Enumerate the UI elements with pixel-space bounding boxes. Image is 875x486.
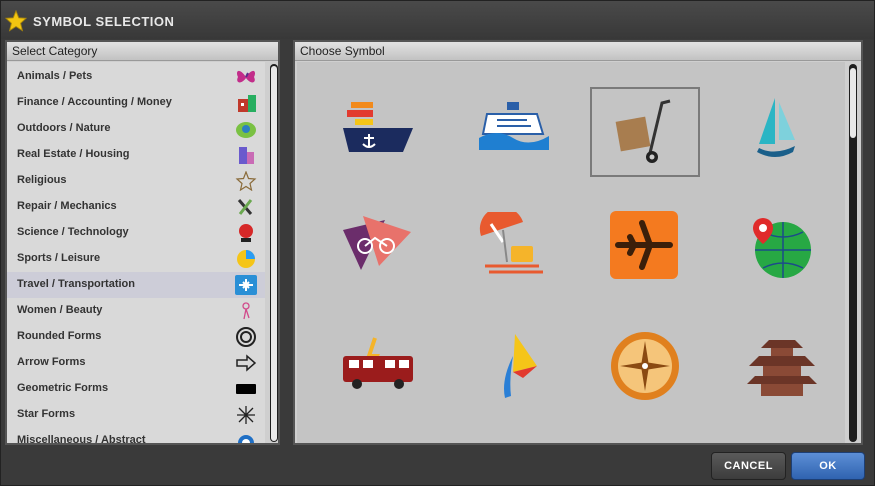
hand-truck-icon <box>615 99 671 163</box>
rectangle-icon <box>236 384 256 394</box>
category-label: Rounded Forms <box>17 330 102 342</box>
symbol-windsurf[interactable] <box>462 327 562 407</box>
windsurf-icon <box>504 334 537 398</box>
category-label: Outdoors / Nature <box>17 122 111 134</box>
symbol-cruise-ship[interactable] <box>462 87 562 167</box>
category-label: Religious <box>17 174 67 186</box>
pagoda-icon <box>747 340 817 396</box>
title-bar: SYMBOL SELECTION <box>1 1 874 39</box>
ok-button[interactable]: OK <box>791 452 865 480</box>
category-label: Travel / Transportation <box>17 278 135 290</box>
category-item-repair[interactable]: Repair / Mechanics <box>7 194 265 220</box>
category-scrollbar-thumb[interactable] <box>271 66 277 441</box>
airplane-tile-icon <box>610 211 678 279</box>
category-panel: Select Category Animals / Pets Finance /… <box>5 40 280 445</box>
category-item-arrow-forms[interactable]: Arrow Forms <box>7 350 265 376</box>
category-item-women[interactable]: Women / Beauty <box>7 298 265 324</box>
starburst-icon <box>237 406 255 424</box>
category-label: Arrow Forms <box>17 356 86 368</box>
category-label: Science / Technology <box>17 226 129 238</box>
bicycle-triangles-icon <box>343 216 411 270</box>
compass-icon <box>611 332 679 400</box>
category-item-animals-pets[interactable]: Animals / Pets <box>7 64 265 90</box>
butterfly-icon <box>236 70 256 83</box>
symbol-panel: Choose Symbol <box>293 40 863 445</box>
airplane-icon <box>235 275 257 295</box>
round-form-icon <box>236 327 256 347</box>
category-label: Star Forms <box>17 408 76 420</box>
symbol-beach-umbrella[interactable] <box>462 207 562 287</box>
abstract-icon <box>238 435 254 443</box>
category-scrollbar[interactable] <box>270 64 278 442</box>
symbol-compass[interactable] <box>590 327 690 407</box>
symbol-scrollbar[interactable] <box>849 64 857 442</box>
cruise-ship-icon <box>479 102 549 150</box>
tools-icon <box>237 199 253 215</box>
category-label: Sports / Leisure <box>17 252 101 264</box>
cargo-ship-icon <box>343 102 413 152</box>
symbol-bus[interactable] <box>326 327 426 407</box>
category-item-outdoors[interactable]: Outdoors / Nature <box>7 116 265 142</box>
symbol-airplane-tile[interactable] <box>590 207 690 287</box>
category-label: Animals / Pets <box>17 70 93 82</box>
category-item-geometric-forms[interactable]: Geometric Forms <box>7 376 265 402</box>
sailboat-icon <box>757 98 795 157</box>
cancel-button[interactable]: CANCEL <box>711 452 786 480</box>
symbol-globe-pin[interactable] <box>730 207 830 287</box>
category-label: Finance / Accounting / Money <box>17 96 172 108</box>
symbol-hand-truck[interactable] <box>590 87 700 177</box>
dialog-title: SYMBOL SELECTION <box>33 14 175 29</box>
symbol-cargo-ship[interactable] <box>326 87 426 167</box>
category-item-real-estate[interactable]: Real Estate / Housing <box>7 142 265 168</box>
category-item-finance[interactable]: Finance / Accounting / Money <box>7 90 265 116</box>
satellite-dish-icon <box>239 224 253 242</box>
category-item-travel[interactable]: Travel / Transportation <box>7 272 265 298</box>
symbol-grid <box>297 62 845 443</box>
symbol-pagoda[interactable] <box>730 327 830 407</box>
symbol-bicycle-triangles[interactable] <box>326 207 426 287</box>
symbol-panel-header: Choose Symbol <box>295 42 861 61</box>
category-item-science[interactable]: Science / Technology <box>7 220 265 246</box>
woman-icon <box>242 302 250 320</box>
globe-pin-icon <box>753 218 811 278</box>
category-label: Real Estate / Housing <box>17 148 130 160</box>
category-label: Miscellaneous / Abstract <box>17 434 146 443</box>
category-list: Animals / Pets Finance / Accounting / Mo… <box>7 62 265 443</box>
category-item-star-forms[interactable]: Star Forms <box>7 402 265 428</box>
bus-icon <box>343 337 413 389</box>
symbol-scrollbar-thumb[interactable] <box>850 68 856 138</box>
sports-icon <box>237 250 255 268</box>
category-label: Repair / Mechanics <box>17 200 117 212</box>
arrow-icon <box>236 354 257 372</box>
category-item-sports[interactable]: Sports / Leisure <box>7 246 265 272</box>
category-item-rounded-forms[interactable]: Rounded Forms <box>7 324 265 350</box>
star-icon <box>5 10 27 32</box>
category-item-misc[interactable]: Miscellaneous / Abstract <box>7 428 265 443</box>
bank-icon <box>238 95 256 112</box>
symbol-sailboat[interactable] <box>730 87 830 167</box>
nature-icon <box>236 122 256 138</box>
category-label: Geometric Forms <box>17 382 109 394</box>
category-panel-header: Select Category <box>7 42 278 61</box>
star-outline-icon <box>235 171 257 191</box>
beach-umbrella-icon <box>479 212 543 274</box>
symbol-selection-dialog: SYMBOL SELECTION Select Category Animals… <box>0 0 875 486</box>
category-label: Women / Beauty <box>17 304 103 316</box>
category-item-religious[interactable]: Religious <box>7 168 265 194</box>
buildings-icon <box>239 147 254 164</box>
